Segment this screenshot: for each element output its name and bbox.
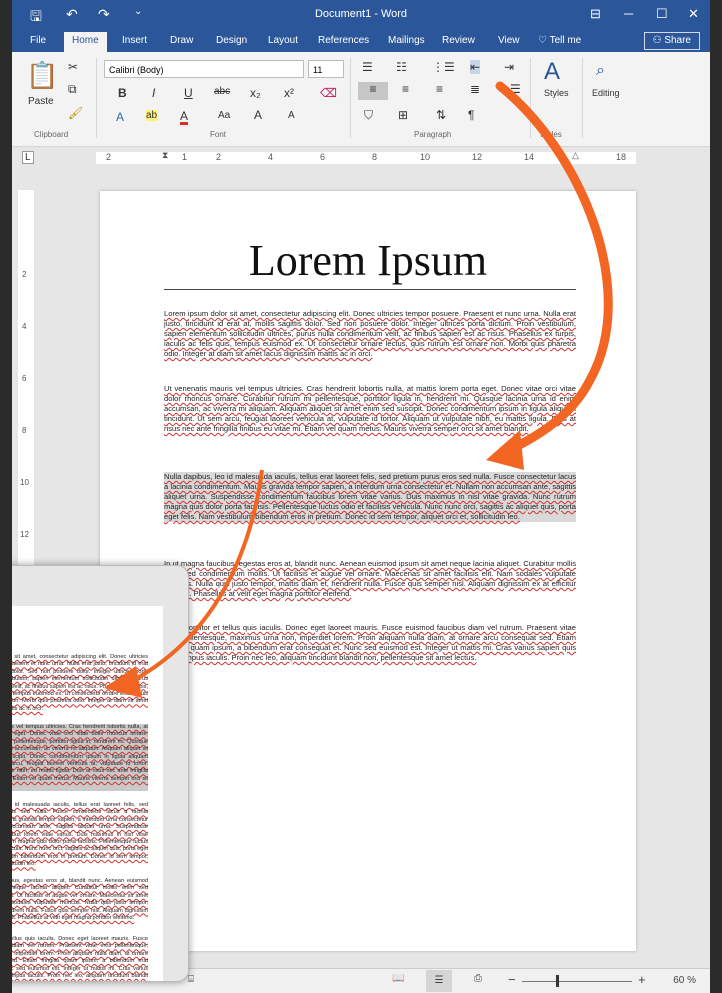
arrow-to-inset: [129, 469, 264, 684]
arrow-to-justify: [495, 81, 613, 460]
annotation-arrows: [104, 81, 613, 698]
arrow-head-left: [104, 666, 142, 698]
arrow-head-right: [486, 430, 524, 470]
